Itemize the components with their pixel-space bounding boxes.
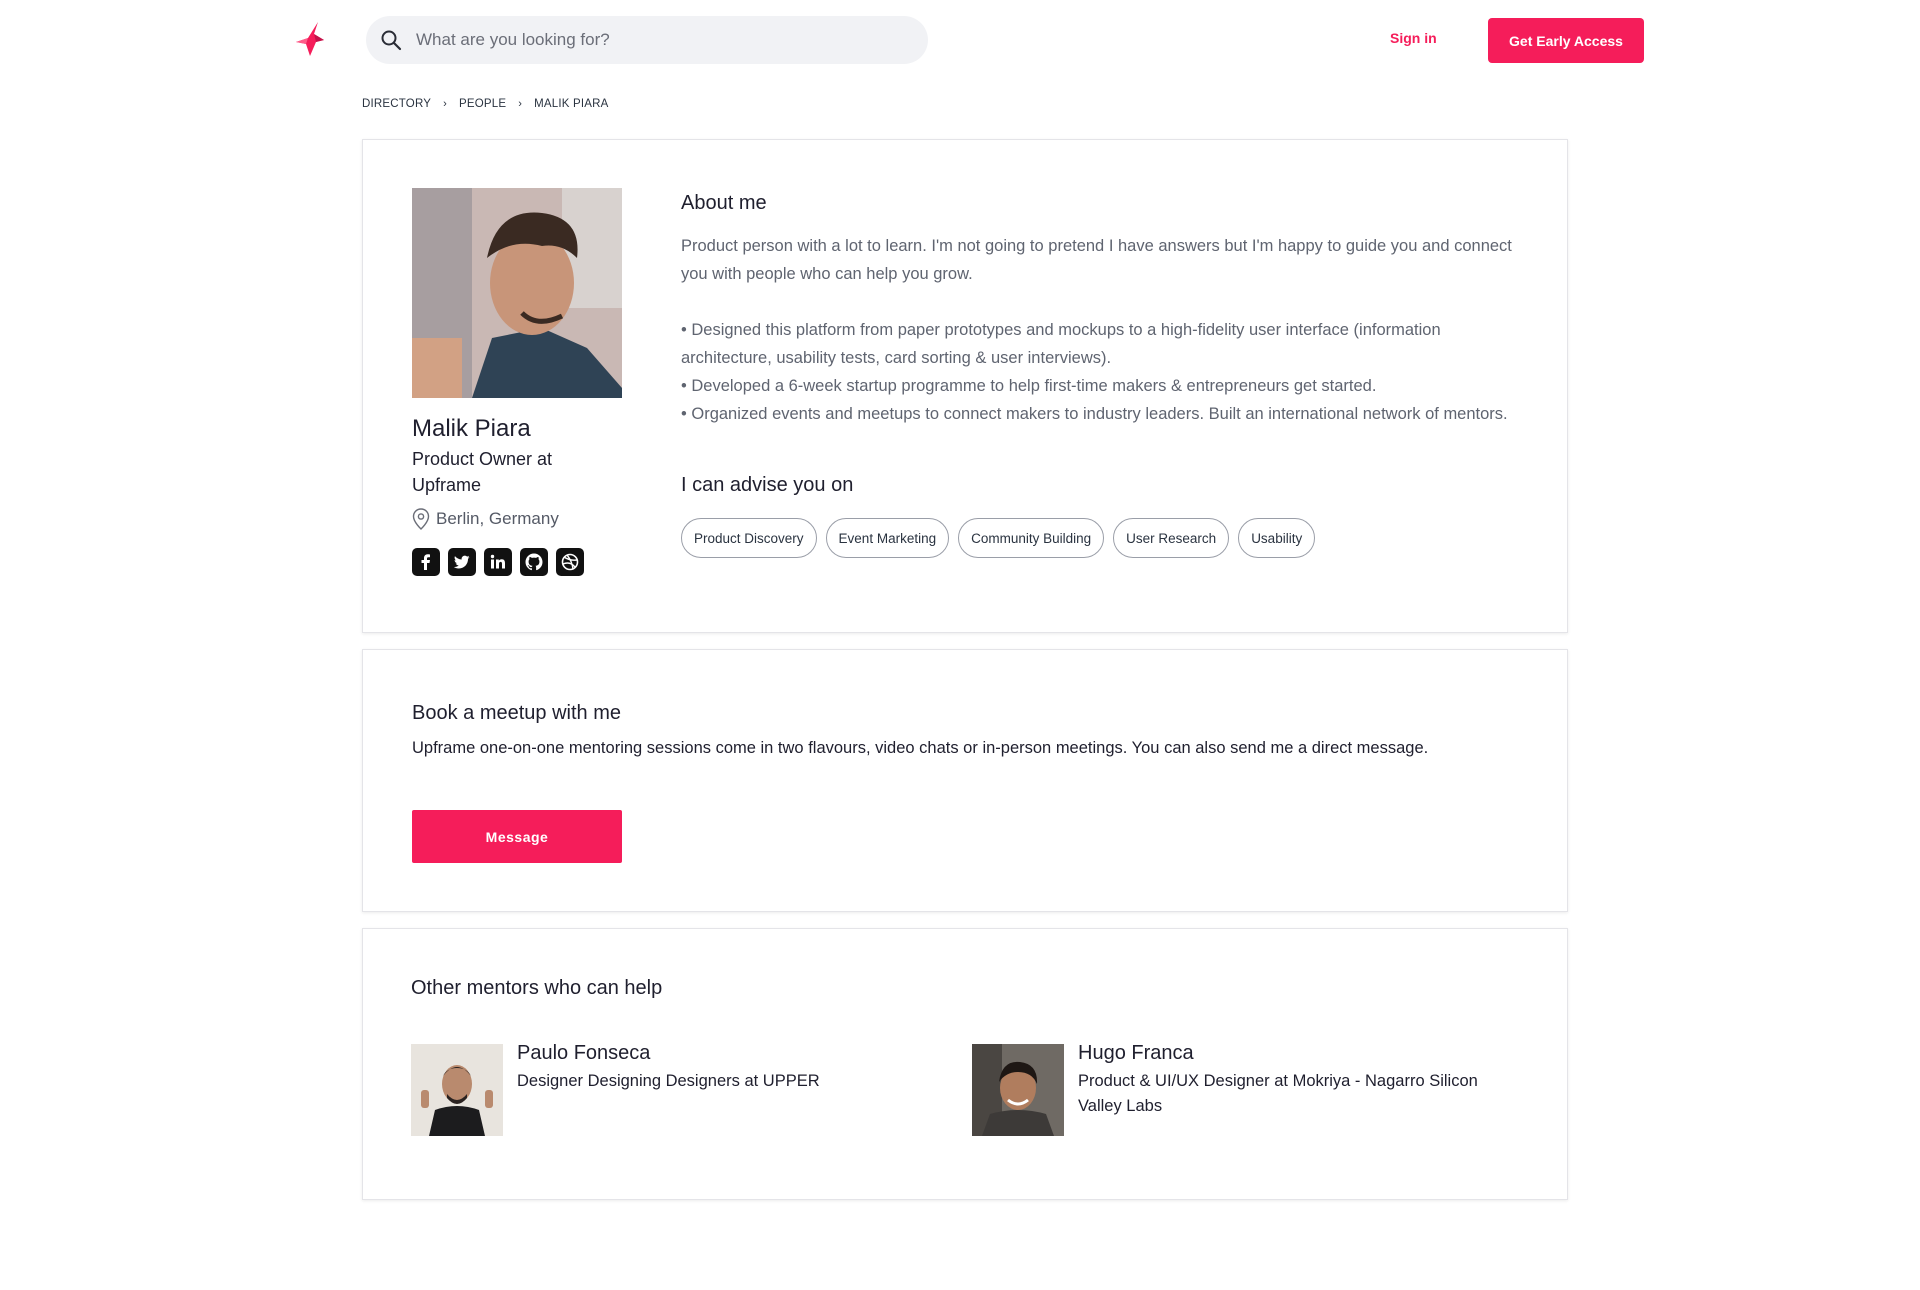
book-title: Book a meetup with me [412,702,621,724]
search-icon [381,30,402,51]
about-bullet: • Organized events and meetups to connec… [681,405,1508,423]
breadcrumb-people[interactable]: PEOPLE [459,98,506,110]
upframe-logo-icon[interactable] [294,20,330,60]
get-early-access-button[interactable]: Get Early Access [1488,18,1644,63]
tag-user-research[interactable]: User Research [1113,518,1230,558]
profile-card: Malik Piara Product Owner at Upframe Ber… [362,139,1568,633]
about-bullets: • Designed this platform from paper prot… [681,316,1521,428]
tag-event-marketing[interactable]: Event Marketing [825,518,950,558]
profile-role: Product Owner at Upframe [412,449,553,495]
book-meetup-card: Book a meetup with me Upframe one-on-one… [362,649,1568,912]
twitter-icon[interactable] [448,548,476,576]
mentor-card[interactable]: Paulo Fonseca Designer Designing Designe… [411,1042,957,1136]
mentor-name[interactable]: Hugo Franca [1078,1042,1518,1065]
breadcrumb-current: MALIK PIARA [534,98,609,110]
github-icon[interactable] [520,548,548,576]
mentor-info: Paulo Fonseca Designer Designing Designe… [517,1042,957,1136]
advise-tags: Product Discovery Event Marketing Commun… [681,518,1316,558]
about-bullet: • Designed this platform from paper prot… [681,321,1441,367]
mentor-name[interactable]: Paulo Fonseca [517,1042,957,1065]
mentor-info: Hugo Franca Product & UI/UX Designer at … [1078,1042,1518,1136]
avatar [411,1044,503,1136]
other-mentors-card: Other mentors who can help Paulo Fonseca… [362,928,1568,1200]
profile-photo [412,188,622,398]
signin-link[interactable]: Sign in [1390,30,1437,46]
chevron-right-icon: › [518,98,523,110]
facebook-icon[interactable] [412,548,440,576]
book-text: Upframe one-on-one mentoring sessions co… [412,739,1429,757]
top-header: Sign in Get Early Access [0,0,1920,80]
tag-usability[interactable]: Usability [1238,518,1316,558]
mentor-role: Designer Designing Designers at UPPER [517,1072,820,1090]
other-mentors-title: Other mentors who can help [411,977,663,999]
about-title: About me [681,192,767,214]
about-text: Product person with a lot to learn. I'm … [681,232,1521,428]
profile-name: Malik Piara [412,415,531,442]
chevron-right-icon: › [443,98,447,110]
about-bullet: • Developed a 6-week startup programme t… [681,377,1377,395]
mentor-role: Product & UI/UX Designer at Mokriya - Na… [1078,1072,1478,1115]
dribbble-icon[interactable] [556,548,584,576]
tag-product-discovery[interactable]: Product Discovery [681,518,817,558]
mentor-card[interactable]: Hugo Franca Product & UI/UX Designer at … [972,1042,1518,1136]
search-input[interactable] [416,30,896,50]
message-button[interactable]: Message [412,810,622,863]
advise-title: I can advise you on [681,474,854,496]
profile-location: Berlin, Germany [412,508,559,530]
breadcrumb: DIRECTORY › PEOPLE › MALIK PIARA [362,98,609,110]
avatar [972,1044,1064,1136]
search-bar[interactable] [366,16,928,64]
location-text: Berlin, Germany [436,509,559,528]
breadcrumb-directory[interactable]: DIRECTORY [362,98,431,110]
tag-community-building[interactable]: Community Building [958,518,1105,558]
about-intro: Product person with a lot to learn. I'm … [681,237,1512,283]
linkedin-icon[interactable] [484,548,512,576]
location-pin-icon [412,508,430,530]
social-links [412,548,584,576]
